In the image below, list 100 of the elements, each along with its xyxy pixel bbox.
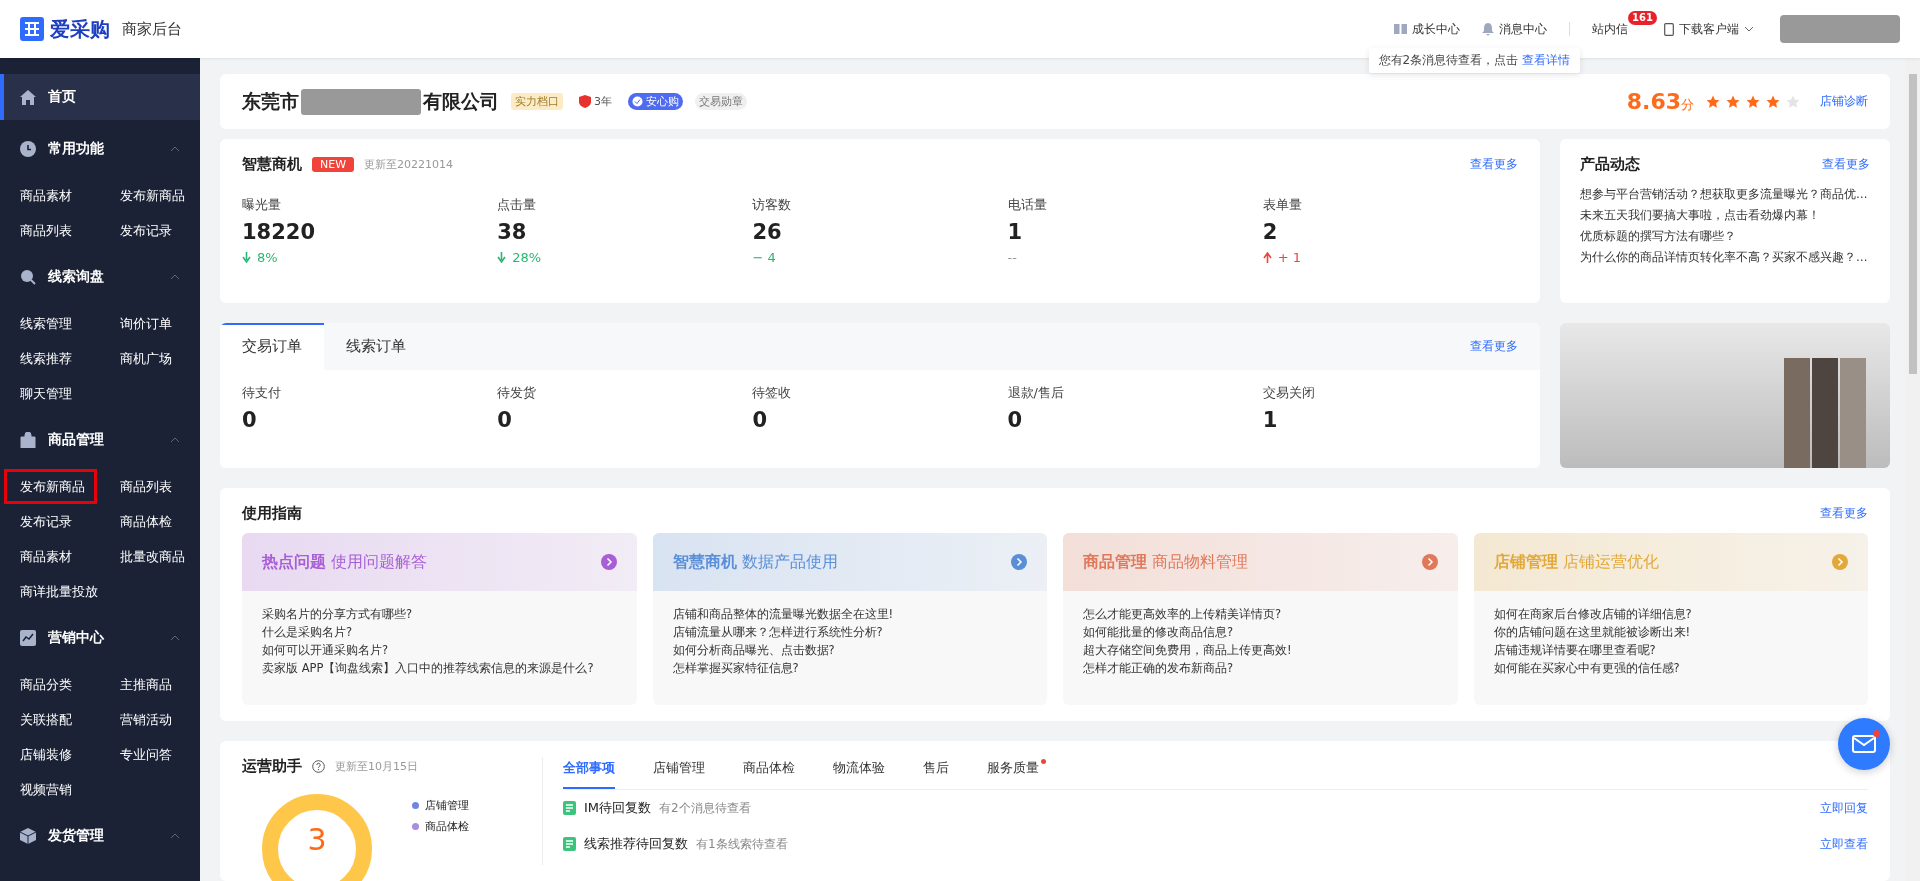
sidebar-item[interactable]: 发布新商品 bbox=[4, 469, 97, 504]
question-link[interactable]: 如何能批量的修改商品信息? bbox=[1083, 623, 1438, 641]
sidebar-item[interactable]: 发布新商品 bbox=[120, 178, 185, 213]
scrollbar[interactable] bbox=[1906, 58, 1920, 881]
count-badge: 161 bbox=[1628, 10, 1657, 25]
alert-dot bbox=[1041, 759, 1046, 764]
menu-section-header[interactable]: 线索询盘 bbox=[0, 248, 200, 306]
news-link[interactable]: 未来五天我们要搞大事啦，点击看劲爆内幕！ bbox=[1580, 205, 1870, 226]
task-tab[interactable]: 售后 bbox=[923, 757, 949, 789]
menu-section-header[interactable]: 常用功能 bbox=[0, 120, 200, 178]
sidebar-item[interactable]: 商品列表 bbox=[120, 469, 172, 504]
order-count: 0 bbox=[242, 408, 258, 432]
order-tab[interactable]: 线索订单 bbox=[324, 323, 428, 370]
sidebar-item[interactable]: 主推商品 bbox=[120, 667, 172, 702]
question-link[interactable]: 怎样掌握买家特征信息? bbox=[672, 659, 1027, 677]
company-badge: 安心购 bbox=[628, 93, 683, 110]
sidebar-item[interactable]: 店铺装修 bbox=[20, 737, 72, 772]
metric-label: 电话量 bbox=[1007, 196, 1048, 214]
envelope-icon bbox=[1852, 735, 1876, 753]
help-icon bbox=[312, 760, 325, 773]
question-link[interactable]: 如何分析商品曝光、点击数据? bbox=[672, 641, 1027, 659]
question-link[interactable]: 你的店铺问题在这里就能被诊断出来! bbox=[1493, 623, 1848, 641]
more-link[interactable]: 查看更多 bbox=[1822, 156, 1870, 173]
inbox-link[interactable]: 站内信 bbox=[1592, 20, 1628, 38]
sidebar-item[interactable]: 商机广场 bbox=[120, 341, 172, 376]
question-link[interactable]: 卖家版 APP【询盘线索】入口中的推荐线索信息的来源是什么? bbox=[262, 659, 617, 677]
company-name-suffix: 有限公司 bbox=[423, 88, 499, 114]
question-link[interactable]: 如何在商家后台修改店铺的详细信息? bbox=[1493, 605, 1848, 623]
top-link[interactable]: 消息中心 bbox=[1482, 20, 1547, 38]
menu-section-header[interactable]: 营销中心 bbox=[0, 609, 200, 667]
order-count: 0 bbox=[752, 408, 768, 432]
sidebar-item[interactable]: 发布记录 bbox=[120, 213, 172, 248]
sidebar-item[interactable]: 询价订单 bbox=[120, 306, 172, 341]
shop-diagnosis-link[interactable]: 店铺诊断 bbox=[1820, 93, 1868, 110]
task-action-link[interactable]: 立即回复 bbox=[1820, 799, 1868, 817]
metric-label: 曝光量 bbox=[242, 196, 282, 214]
metric-change: + 1 bbox=[1277, 250, 1302, 265]
question-link[interactable]: 店铺和商品整体的流量曝光数据全在这里! bbox=[672, 605, 1027, 623]
sidebar-item[interactable]: 商品分类 bbox=[20, 667, 72, 702]
metric-value: 1 bbox=[1007, 220, 1024, 244]
question-link[interactable]: 什么是采购名片? bbox=[262, 623, 617, 641]
sidebar-item[interactable]: 线索管理 bbox=[20, 306, 72, 341]
chevron-down-icon bbox=[1744, 26, 1754, 32]
menu-section-header[interactable]: 发货管理 bbox=[0, 807, 200, 865]
metric-label: 访客数 bbox=[752, 196, 793, 214]
question-link[interactable]: 超大存储空间免费用，商品上传更高效! bbox=[1083, 641, 1438, 659]
task-tab[interactable]: 物流体验 bbox=[833, 757, 885, 789]
home-menu-item[interactable]: 首页 bbox=[0, 74, 200, 120]
sidebar-item[interactable]: 发布记录 bbox=[20, 504, 72, 539]
caret-icon bbox=[170, 146, 180, 152]
sidebar-item[interactable]: 专业问答 bbox=[120, 737, 172, 772]
sidebar-item[interactable]: 聊天管理 bbox=[20, 376, 72, 411]
update-date: 更新至10月15日 bbox=[335, 759, 418, 774]
sidebar-item[interactable]: 视频营销 bbox=[20, 772, 72, 807]
sidebar-item[interactable]: 商品列表 bbox=[20, 213, 72, 248]
logo-subtitle: 商家后台 bbox=[122, 19, 182, 39]
more-link[interactable]: 查看更多 bbox=[1470, 338, 1518, 355]
sidebar-item[interactable]: 营销活动 bbox=[120, 702, 172, 737]
download-link[interactable]: 下载客户端 bbox=[1664, 20, 1754, 38]
menu-section-header[interactable]: 商品管理 bbox=[0, 411, 200, 469]
news-link[interactable]: 为什么你的商品详情页转化率不高？买家不感兴趣？… bbox=[1580, 247, 1870, 268]
task-tab[interactable]: 全部事项 bbox=[563, 757, 615, 789]
question-link[interactable]: 店铺违规详情要在哪里查看呢? bbox=[1493, 641, 1848, 659]
sidebar-item[interactable]: 关联搭配 bbox=[20, 702, 72, 737]
sidebar-item[interactable]: 商详批量投放 bbox=[20, 574, 98, 609]
question-link[interactable]: 怎么才能更高效率的上传精美详情页? bbox=[1083, 605, 1438, 623]
order-tab[interactable]: 交易订单 bbox=[220, 323, 324, 370]
news-link[interactable]: 优质标题的撰写方法有哪些？ bbox=[1580, 226, 1870, 247]
sidebar-item[interactable]: 商品体检 bbox=[120, 504, 172, 539]
sidebar-item[interactable]: 线索推荐 bbox=[20, 341, 72, 376]
donut-gauge: 3 bbox=[262, 794, 372, 881]
question-link[interactable]: 如何可以开通采购名片? bbox=[262, 641, 617, 659]
top-link[interactable]: 成长中心 bbox=[1394, 20, 1460, 38]
order-status-label: 待支付 bbox=[242, 384, 282, 402]
task-title: 线索推荐待回复数 bbox=[584, 835, 688, 853]
metric-value: 38 bbox=[497, 220, 528, 244]
question-link[interactable]: 怎样才能正确的发布新商品? bbox=[1083, 659, 1438, 677]
company-badge: 3年 bbox=[575, 93, 616, 110]
sidebar-item[interactable]: 批量改商品 bbox=[120, 539, 185, 574]
arrow-circle-icon bbox=[1011, 554, 1027, 570]
question-link[interactable]: 店铺流量从哪来？怎样进行系统性分析? bbox=[672, 623, 1027, 641]
bag-icon bbox=[20, 432, 36, 448]
sidebar-item[interactable]: 商品素材 bbox=[20, 178, 72, 213]
details-link[interactable]: 查看详情 bbox=[1522, 53, 1570, 67]
sidebar-item[interactable]: 商品素材 bbox=[20, 539, 72, 574]
arrow-circle-icon bbox=[1421, 554, 1438, 570]
more-link[interactable]: 查看更多 bbox=[1470, 156, 1518, 173]
more-link[interactable]: 查看更多 bbox=[1820, 505, 1868, 522]
task-tab[interactable]: 店铺管理 bbox=[653, 757, 705, 789]
news-link[interactable]: 想参与平台营销活动？想获取更多流量曝光？商品优… bbox=[1580, 184, 1870, 205]
topic-title: 商品管理 商品物料管理 bbox=[1083, 551, 1249, 573]
question-link[interactable]: 如何能在买家心中有更强的信任感? bbox=[1493, 659, 1848, 677]
task-tab[interactable]: 服务质量 bbox=[987, 757, 1046, 789]
task-action-link[interactable]: 立即查看 bbox=[1820, 835, 1868, 853]
topic-title: 店铺管理 店铺运营优化 bbox=[1493, 551, 1659, 573]
promo-banner-image[interactable] bbox=[1560, 323, 1890, 468]
task-tab[interactable]: 商品体检 bbox=[743, 757, 795, 789]
task-title: IM待回复数 bbox=[584, 799, 652, 817]
topic-title: 智慧商机 数据产品使用 bbox=[672, 551, 838, 573]
question-link[interactable]: 采购名片的分享方式有哪些? bbox=[262, 605, 617, 623]
